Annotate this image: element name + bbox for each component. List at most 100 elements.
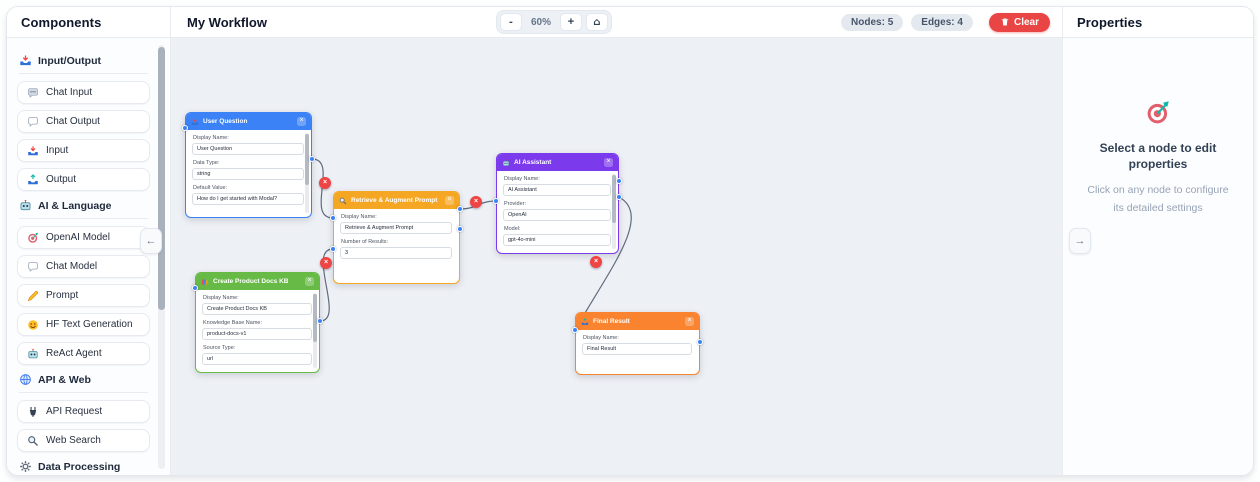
node-scrollbar[interactable] bbox=[313, 293, 317, 368]
node-field-label: Display Name: bbox=[341, 214, 452, 220]
zoom-controls: - 60% + ⌂ bbox=[496, 10, 612, 34]
component-item-label: Output bbox=[46, 174, 76, 185]
node-scrollbar[interactable] bbox=[305, 133, 309, 213]
component-item-chat-model[interactable]: Chat Model bbox=[17, 255, 150, 278]
node-field-label: Model: bbox=[504, 226, 611, 232]
component-item-api-request[interactable]: API Request bbox=[17, 400, 150, 423]
component-item-openai-model[interactable]: OpenAI Model bbox=[17, 226, 150, 249]
node-close-button[interactable]: × bbox=[297, 117, 306, 126]
edge-delete-button[interactable]: × bbox=[470, 196, 482, 208]
node-close-button[interactable]: × bbox=[604, 158, 613, 167]
component-item-label: Chat Model bbox=[46, 261, 97, 272]
node-scrollbar-thumb[interactable] bbox=[313, 294, 317, 342]
node-create-product-docs-kb[interactable]: Create Product Docs KB×Display Name:Know… bbox=[195, 272, 320, 373]
node-handle-ai-assistant[interactable] bbox=[616, 178, 622, 184]
node-field-input[interactable] bbox=[192, 143, 304, 155]
node-field-label: Display Name: bbox=[193, 135, 304, 141]
component-item-react-agent[interactable]: ReAct Agent bbox=[17, 342, 150, 365]
node-field-input[interactable] bbox=[582, 343, 692, 355]
node-retrieve-augment-prompt[interactable]: Retrieve & Augment Prompt× Display Name: N… bbox=[333, 191, 460, 284]
properties-title: Properties bbox=[1077, 15, 1142, 30]
component-item-label: Chat Output bbox=[46, 116, 100, 127]
sidebar-scrollbar-thumb[interactable] bbox=[158, 47, 165, 310]
node-user-question[interactable]: User Question×Display Name:Data Type:Def… bbox=[185, 112, 312, 218]
component-item-chat-input[interactable]: Chat Input bbox=[17, 81, 150, 104]
node-field-input[interactable] bbox=[503, 184, 611, 196]
node-handle-retrieve-augment-prompt[interactable] bbox=[330, 246, 336, 252]
sidebar-scrollbar[interactable] bbox=[158, 45, 165, 469]
nodes-count-badge: Nodes: 5 bbox=[841, 14, 903, 31]
node-field-label: Number of Results: bbox=[341, 239, 452, 245]
edge-delete-button[interactable]: × bbox=[319, 177, 331, 189]
node-handle-user-question[interactable] bbox=[309, 156, 315, 162]
node-handle-create-product-docs-kb[interactable] bbox=[317, 318, 323, 324]
workflow-canvas[interactable]: User Question×Display Name:Data Type:Def… bbox=[171, 38, 1062, 475]
globe-icon bbox=[19, 373, 32, 386]
node-header[interactable]: Retrieve & Augment Prompt× bbox=[334, 192, 459, 209]
node-close-button[interactable]: × bbox=[685, 317, 694, 326]
node-final-result[interactable]: Final Result×Display Name: bbox=[575, 312, 700, 375]
zoom-in-button[interactable]: + bbox=[560, 13, 582, 31]
node-handle-retrieve-augment-prompt[interactable] bbox=[457, 226, 463, 232]
category-label: API & Web bbox=[38, 374, 91, 386]
node-field-input[interactable] bbox=[202, 303, 312, 315]
component-item-hf-text-generation[interactable]: HF Text Generation bbox=[17, 313, 150, 336]
canvas-stats: Nodes: 5 Edges: 4 Clear bbox=[841, 13, 1050, 32]
node-header[interactable]: Final Result× bbox=[576, 313, 699, 330]
node-field-input[interactable] bbox=[503, 234, 611, 246]
robot-icon bbox=[27, 348, 39, 360]
component-item-input[interactable]: Input bbox=[17, 139, 150, 162]
books-icon bbox=[201, 278, 209, 286]
node-header[interactable]: AI Assistant× bbox=[497, 154, 618, 171]
node-ai-assistant[interactable]: AI Assistant×Display Name:Provider:Model… bbox=[496, 153, 619, 254]
clear-button-label: Clear bbox=[1014, 17, 1039, 28]
hug-icon bbox=[27, 319, 39, 331]
fit-view-button[interactable]: ⌂ bbox=[586, 13, 608, 31]
node-close-button[interactable]: × bbox=[305, 277, 314, 286]
component-item-label: Input bbox=[46, 145, 68, 156]
component-item-label: OpenAI Model bbox=[46, 232, 110, 243]
edge-delete-button[interactable]: × bbox=[590, 256, 602, 268]
properties-collapse-button[interactable]: → bbox=[1069, 228, 1091, 254]
node-handle-ai-assistant[interactable] bbox=[493, 198, 499, 204]
node-handle-final-result[interactable] bbox=[572, 327, 578, 333]
node-body: Display Name:Knowledge Base Name:Source … bbox=[196, 290, 319, 372]
node-handle-retrieve-augment-prompt[interactable] bbox=[457, 206, 463, 212]
node-body: Display Name: bbox=[576, 330, 699, 362]
node-field-input[interactable] bbox=[202, 328, 312, 340]
node-field-input[interactable] bbox=[340, 247, 452, 259]
node-handle-create-product-docs-kb[interactable] bbox=[192, 285, 198, 291]
node-scrollbar[interactable] bbox=[612, 174, 616, 249]
component-item-prompt[interactable]: Prompt bbox=[17, 284, 150, 307]
edge-delete-button[interactable]: × bbox=[320, 257, 332, 269]
components-header: Components bbox=[7, 7, 170, 38]
plug-icon bbox=[27, 406, 39, 418]
trash-icon bbox=[1000, 17, 1010, 28]
node-header[interactable]: User Question × bbox=[186, 113, 311, 130]
properties-header: Properties bbox=[1063, 7, 1253, 38]
node-handle-final-result[interactable] bbox=[697, 339, 703, 345]
component-item-output[interactable]: Output bbox=[17, 168, 150, 191]
node-handle-retrieve-augment-prompt[interactable] bbox=[330, 215, 336, 221]
category-label: AI & Language bbox=[38, 200, 112, 212]
node-field-input[interactable] bbox=[192, 193, 304, 205]
node-handle-ai-assistant[interactable] bbox=[616, 194, 622, 200]
edges-layer bbox=[171, 38, 1062, 475]
node-handle-user-question[interactable] bbox=[182, 125, 188, 131]
node-field-input[interactable] bbox=[192, 168, 304, 180]
component-item-chat-output[interactable]: Chat Output bbox=[17, 110, 150, 133]
node-header[interactable]: Create Product Docs KB× bbox=[196, 273, 319, 290]
node-field-input[interactable] bbox=[340, 222, 452, 234]
component-item-label: Chat Input bbox=[46, 87, 92, 98]
sidebar-collapse-button[interactable]: ← bbox=[140, 228, 162, 254]
node-field-input[interactable] bbox=[202, 353, 312, 365]
component-item-label: API Request bbox=[46, 406, 102, 417]
node-title: User Question bbox=[203, 118, 293, 125]
node-field-input[interactable] bbox=[503, 209, 611, 221]
component-item-web-search[interactable]: Web Search bbox=[17, 429, 150, 452]
clear-button[interactable]: Clear bbox=[989, 13, 1050, 32]
zoom-out-button[interactable]: - bbox=[500, 13, 522, 31]
node-body: Display Name: Number of Results: bbox=[334, 209, 459, 266]
node-close-button[interactable]: × bbox=[445, 196, 454, 205]
tray-down-icon bbox=[19, 54, 32, 67]
